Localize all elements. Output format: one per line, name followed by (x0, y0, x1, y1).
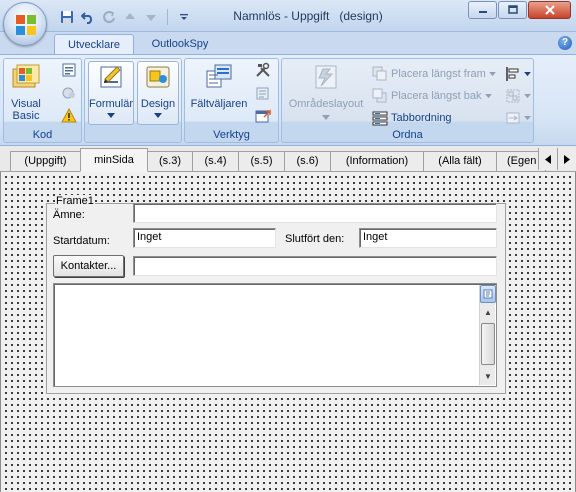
scroll-thumb[interactable] (481, 323, 495, 365)
kontakter-field[interactable] (133, 256, 497, 276)
group-verktyg-label: Verktyg (213, 129, 250, 141)
window-controls (468, 1, 571, 19)
macros-button[interactable] (61, 62, 77, 78)
tools-icon (256, 62, 270, 77)
close-icon[interactable] (528, 1, 571, 19)
tabbordning-label: Tabbordning (391, 112, 452, 124)
page-tab[interactable]: (s.3) (147, 151, 193, 171)
page-tab[interactable]: (Alla fält) (423, 151, 497, 171)
formular-button[interactable]: Formulär (88, 61, 134, 122)
tab-outlookspy[interactable]: OutlookSpy (140, 34, 220, 55)
group-objects-button[interactable] (505, 88, 531, 104)
chevron-down-icon (524, 115, 531, 120)
formular-label: Formulär (88, 98, 133, 110)
notes-scrollbar[interactable]: ▲ ▼ (479, 285, 496, 385)
scrollbar-handle-icon[interactable] (480, 285, 496, 303)
office-button[interactable] (3, 2, 47, 46)
kontakter-button[interactable]: Kontakter... (53, 255, 124, 277)
title-bar: Namnlös - Uppgift (design) (0, 0, 576, 32)
group-icon (506, 89, 520, 103)
amne-field[interactable] (133, 203, 497, 223)
properties-button[interactable] (255, 85, 271, 101)
record-macro-button[interactable] (61, 85, 77, 101)
visual-basic-label: Visual Basic (11, 98, 41, 122)
minimize-icon[interactable] (468, 1, 497, 19)
chevron-down-icon (154, 113, 162, 118)
window-mode-text: (design) (339, 9, 383, 23)
group-verktyg: Fältväljaren Verktyg (184, 58, 279, 143)
visual-basic-button[interactable]: Visual Basic (8, 61, 44, 122)
field-chooser-icon (206, 64, 232, 88)
group-design: Formulär Design (84, 58, 182, 143)
page-tab[interactable]: (s.4) (192, 151, 239, 171)
placera-fram-button[interactable]: Placera längst fram (372, 66, 496, 82)
window-title-text: Namnlös - Uppgift (233, 9, 330, 23)
chevron-down-icon (524, 93, 531, 98)
macros-icon (62, 63, 76, 77)
omradeslayout-button[interactable]: Områdeslayout (285, 61, 367, 124)
chevron-down-icon (107, 113, 115, 118)
page-tab[interactable]: (Uppgift) (10, 151, 81, 171)
align-button[interactable] (505, 66, 531, 82)
group-kod-label: Kod (32, 129, 53, 141)
tab-scroll-arrows (538, 148, 576, 170)
toolbox-button[interactable] (255, 62, 271, 78)
macro-security-button[interactable] (61, 108, 77, 124)
chevron-down-icon (488, 71, 496, 76)
tab-utvecklare[interactable]: Utvecklare (54, 34, 134, 55)
startdatum-label: Startdatum: (53, 235, 110, 247)
view-code-icon (255, 109, 271, 123)
view-code-button[interactable] (255, 108, 271, 124)
page-tab[interactable]: (s.5) (238, 151, 285, 171)
placera-bak-button[interactable]: Placera längst bak (372, 88, 492, 104)
faltvaljaren-label: Fältväljaren (190, 98, 248, 110)
align-left-icon (506, 67, 519, 81)
placera-bak-label: Placera längst bak (391, 90, 482, 102)
form-page-tabs: (Uppgift) minSida (s.3) (s.4) (s.5) (s.6… (0, 146, 576, 172)
group-ordna-label: Ordna (392, 129, 423, 141)
help-icon[interactable]: ? (558, 36, 572, 50)
scroll-left-icon[interactable] (538, 148, 557, 170)
chevron-down-icon (484, 93, 492, 98)
group-ordna: Områdeslayout Placera längst fram Placer… (281, 58, 534, 143)
slutfort-label: Slutfört den: (285, 233, 345, 245)
page-tab[interactable]: (Information) (330, 151, 424, 171)
omradeslayout-label: Områdeslayout (288, 98, 364, 110)
frame1-label: Frame1 (55, 195, 95, 207)
size-button[interactable] (505, 110, 531, 126)
startdatum-field[interactable]: Inget (133, 228, 276, 248)
design-icon (146, 66, 170, 88)
scroll-right-icon[interactable] (557, 148, 576, 170)
form-design-grid[interactable]: Frame1 Ämne: Startdatum: Inget Slutfört … (0, 172, 576, 492)
chevron-down-icon (524, 71, 531, 76)
placera-fram-label: Placera längst fram (391, 68, 486, 80)
page-tab[interactable]: (s.6) (284, 151, 331, 171)
maximize-icon[interactable] (498, 1, 527, 19)
ribbon-tab-strip: Utvecklare OutlookSpy ? (0, 32, 576, 55)
send-to-back-icon (372, 88, 387, 103)
properties-icon (256, 87, 269, 100)
ribbon: Visual Basic Kod Formulär Design Fältväl… (0, 54, 576, 146)
scroll-up-icon[interactable]: ▲ (481, 306, 495, 320)
notes-textarea[interactable]: ▲ ▼ (53, 283, 497, 387)
scroll-down-icon[interactable]: ▼ (481, 370, 495, 384)
size-icon (506, 112, 520, 124)
layout-icon (315, 65, 337, 89)
tabbordning-button[interactable]: Tabbordning (372, 110, 452, 126)
slutfort-field[interactable]: Inget (359, 228, 497, 248)
chevron-down-icon (322, 115, 330, 120)
record-macro-icon (62, 87, 75, 99)
tab-order-icon (372, 111, 388, 126)
amne-label: Ämne: (53, 209, 85, 221)
warning-icon (61, 108, 77, 123)
design-button[interactable]: Design (137, 61, 179, 122)
design-label: Design (140, 98, 176, 110)
form-edit-icon (100, 66, 122, 88)
bring-to-front-icon (372, 66, 387, 81)
faltvaljaren-button[interactable]: Fältväljaren (188, 61, 250, 110)
page-tab-active[interactable]: minSida (80, 148, 148, 172)
office-logo-icon (16, 15, 36, 35)
group-kod: Visual Basic Kod (3, 58, 82, 143)
visual-basic-icon (12, 64, 40, 88)
